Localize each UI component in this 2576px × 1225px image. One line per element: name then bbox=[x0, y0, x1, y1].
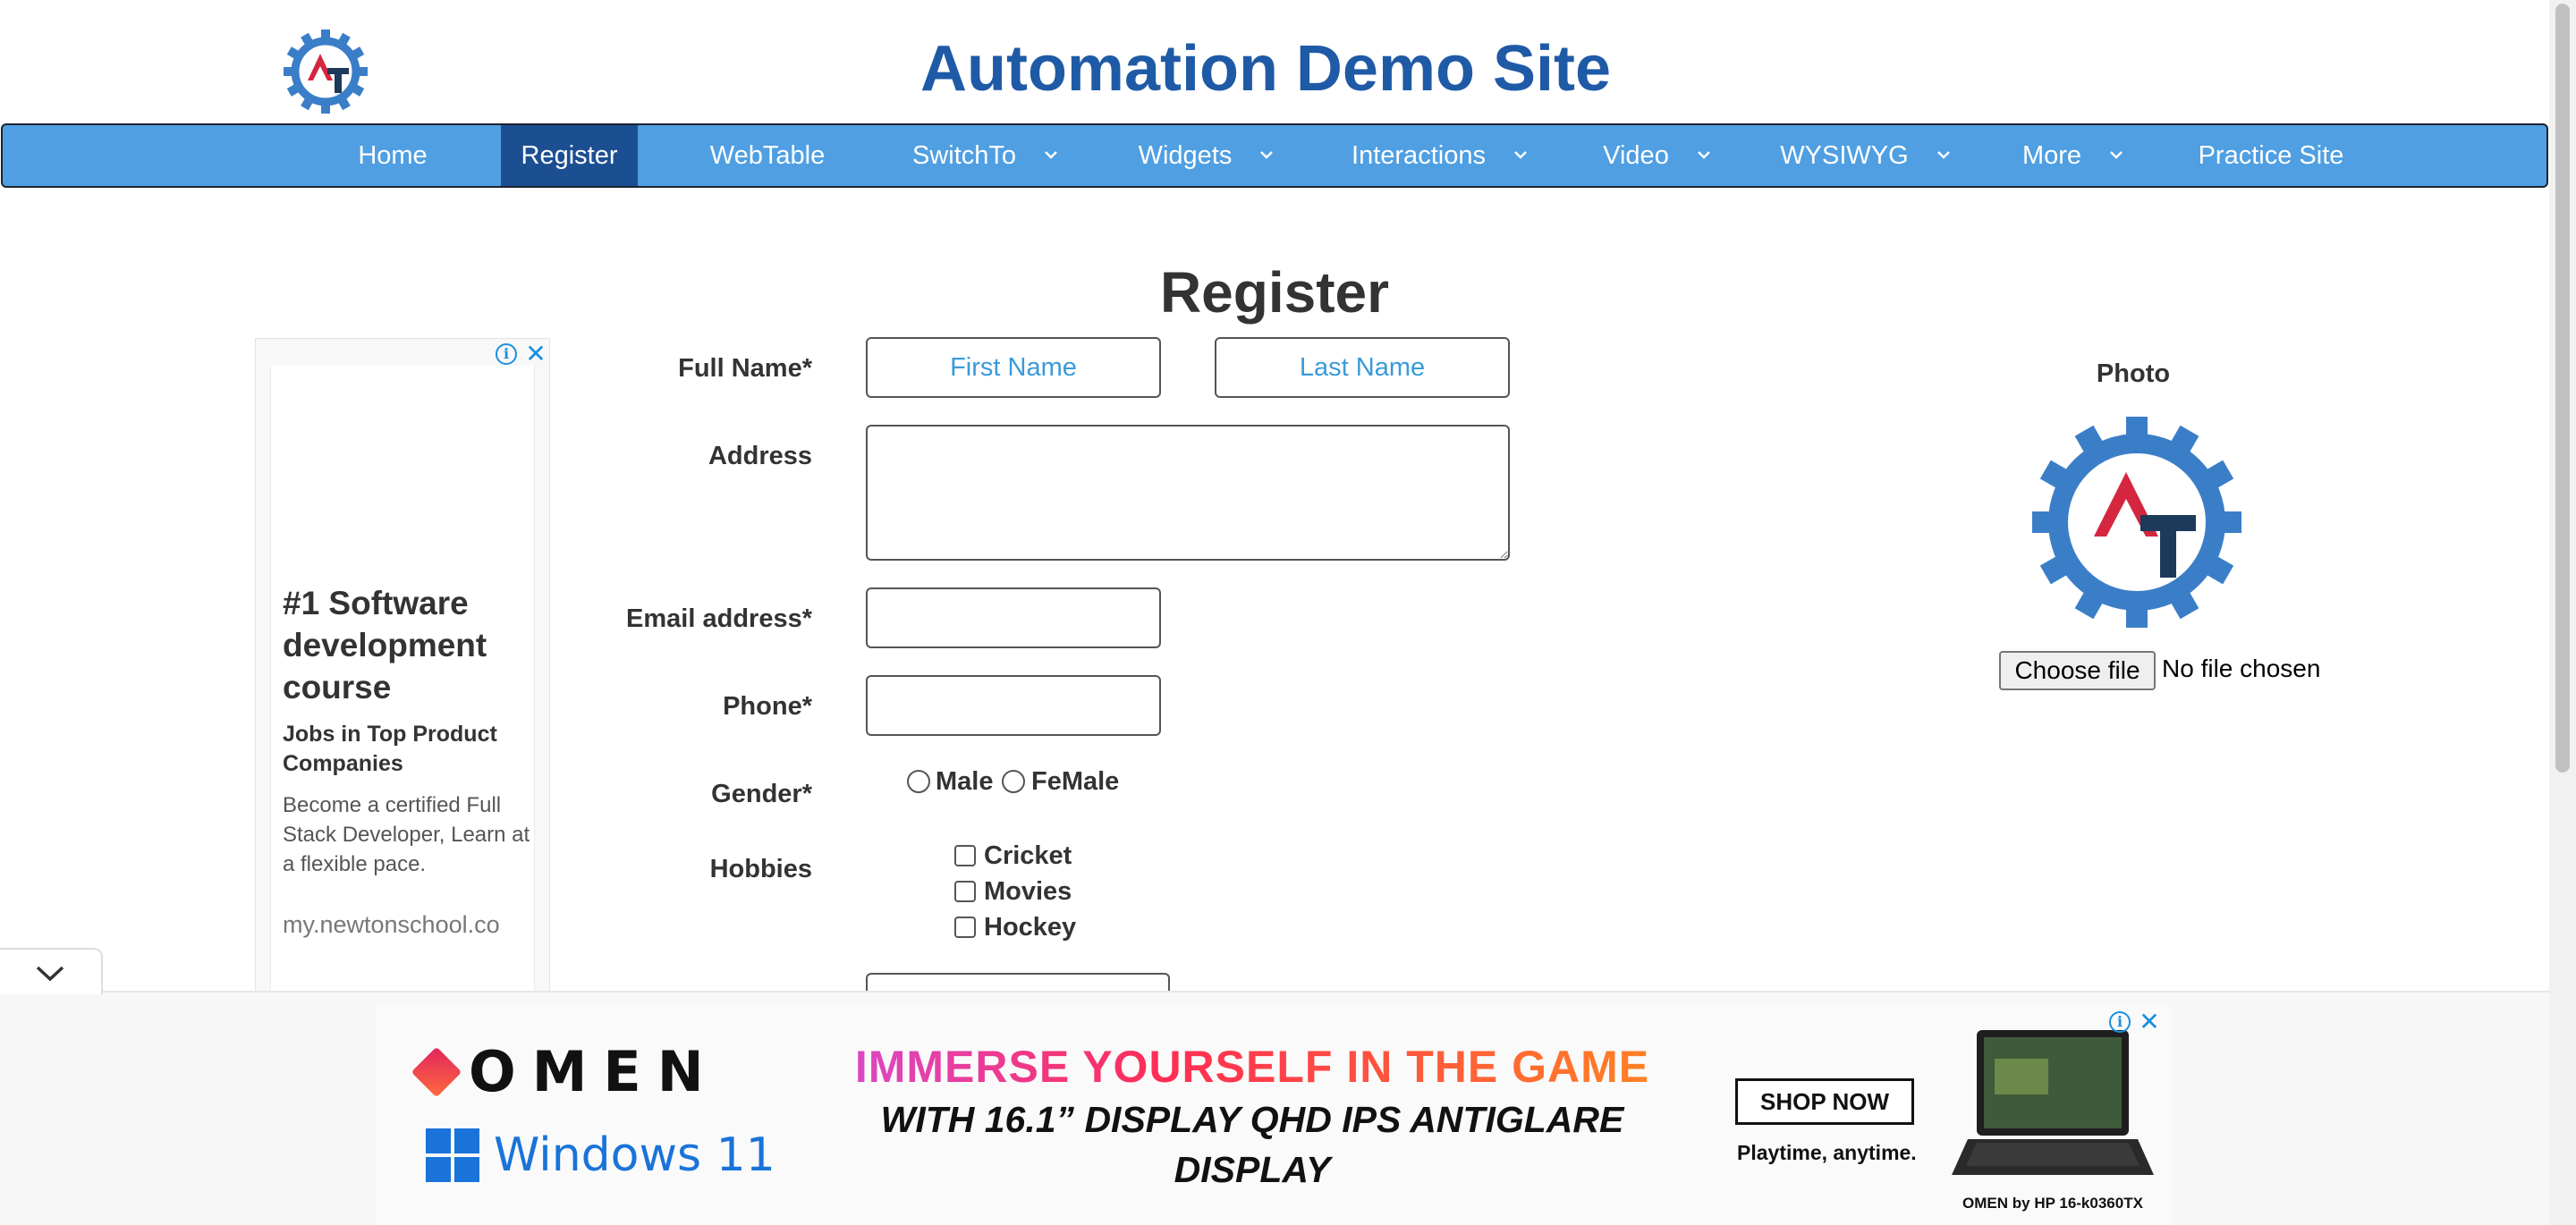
bottom-advertisement[interactable]: OMEN Windows 11 IMMERSE YOURSELF IN THE … bbox=[376, 1005, 2172, 1225]
hobby-cricket-checkbox[interactable] bbox=[954, 845, 976, 866]
nav-webtable-label: WebTable bbox=[709, 141, 826, 170]
hobby-movies-label[interactable]: Movies bbox=[984, 877, 1072, 907]
nav-video[interactable]: Video bbox=[1591, 125, 1725, 186]
file-status-text: No file chosen bbox=[2162, 655, 2321, 682]
ad-body: Become a certified Full Stack Developer,… bbox=[283, 793, 530, 876]
nav-interactions-label: Interactions bbox=[1352, 141, 1486, 170]
site-logo[interactable] bbox=[281, 25, 370, 118]
close-icon[interactable]: ✕ bbox=[2138, 1010, 2161, 1035]
product-caption: OMEN by HP 16-k0360TX bbox=[1962, 1195, 2143, 1212]
nav-wysiwyg[interactable]: WYSIWYG bbox=[1777, 125, 1956, 186]
omen-diamond-icon bbox=[411, 1046, 462, 1097]
nav-practice-site-label: Practice Site bbox=[2198, 141, 2344, 170]
close-icon[interactable]: ✕ bbox=[524, 342, 547, 367]
full-name-label: Full Name* bbox=[678, 354, 812, 383]
hobby-hockey-checkbox[interactable] bbox=[954, 917, 976, 938]
chevron-down-icon bbox=[1694, 126, 1714, 159]
ad-controls: i ✕ bbox=[496, 341, 547, 368]
nav-video-label: Video bbox=[1603, 141, 1669, 170]
bottom-ad-controls: i ✕ bbox=[2109, 1010, 2161, 1035]
nav-more-label: More bbox=[2021, 141, 2082, 170]
hobby-cricket-label[interactable]: Cricket bbox=[984, 841, 1072, 871]
page-scrollbar[interactable] bbox=[2549, 0, 2576, 1225]
omen-logo: OMEN bbox=[411, 1039, 720, 1104]
gender-label: Gender* bbox=[711, 780, 812, 808]
chevron-down-icon bbox=[1511, 126, 1530, 159]
info-icon[interactable]: i bbox=[2109, 1011, 2131, 1033]
site-title: Automation Demo Site bbox=[919, 33, 1612, 105]
chevron-down-icon bbox=[1041, 126, 1061, 159]
email-label: Email address* bbox=[626, 604, 812, 633]
last-name-input[interactable] bbox=[1215, 337, 1510, 398]
windows-brand-text: Windows 11 bbox=[494, 1128, 775, 1182]
phone-label: Phone* bbox=[723, 692, 812, 721]
nav-widgets[interactable]: Widgets bbox=[1123, 125, 1292, 186]
ad-subheadline: Jobs in Top Product Companies bbox=[283, 722, 497, 776]
scrollbar-thumb[interactable] bbox=[2555, 4, 2570, 773]
nav-switchto[interactable]: SwitchTo bbox=[897, 125, 1076, 186]
chevron-down-icon bbox=[36, 966, 64, 982]
ad-slogan: IMMERSE YOURSELF IN THE GAME WITH 16.1” … bbox=[805, 1041, 1699, 1193]
nav-interactions[interactable]: Interactions bbox=[1337, 125, 1545, 186]
gender-male-label[interactable]: Male bbox=[936, 767, 993, 797]
nav-webtable[interactable]: WebTable bbox=[691, 125, 843, 186]
page: Automation Demo Site Home Register WebTa… bbox=[0, 0, 2576, 1225]
main-nav: Home Register WebTable SwitchTo Widgets … bbox=[1, 123, 2548, 188]
nav-wysiwyg-label: WYSIWYG bbox=[1780, 141, 1909, 170]
nav-home-label: Home bbox=[358, 141, 428, 170]
first-name-input[interactable] bbox=[866, 337, 1161, 398]
laptop-image bbox=[1952, 1030, 2154, 1175]
hobbies-label: Hobbies bbox=[709, 855, 812, 883]
photo-label: Photo bbox=[2096, 359, 2171, 388]
nav-more[interactable]: More bbox=[2012, 125, 2137, 186]
address-textarea[interactable] bbox=[866, 425, 1510, 561]
photo-preview-logo bbox=[2032, 417, 2241, 628]
hobby-hockey-label[interactable]: Hockey bbox=[984, 913, 1076, 942]
ad-slogan-line-3: DISPLAY bbox=[1174, 1149, 1331, 1190]
chevron-down-icon bbox=[1934, 126, 1953, 159]
ad-slogan-line-2: WITH 16.1” DISPLAY QHD IPS ANTIGLARE bbox=[880, 1099, 1624, 1140]
omen-brand-text: OMEN bbox=[469, 1039, 720, 1104]
phone-input[interactable] bbox=[866, 675, 1161, 736]
ad-slogan-line-1: IMMERSE YOURSELF IN THE GAME bbox=[805, 1041, 1699, 1093]
ad-tagline: Playtime, anytime. bbox=[1737, 1141, 1917, 1164]
nav-switchto-label: SwitchTo bbox=[911, 141, 1017, 170]
nav-practice-site[interactable]: Practice Site bbox=[2190, 125, 2351, 186]
nav-home[interactable]: Home bbox=[339, 125, 446, 186]
gender-female-label[interactable]: FeMale bbox=[1031, 767, 1119, 797]
collapse-ad-button[interactable] bbox=[0, 948, 103, 994]
info-icon[interactable]: i bbox=[496, 343, 517, 365]
shop-now-button[interactable]: SHOP NOW bbox=[1735, 1078, 1914, 1125]
chevron-down-icon bbox=[2106, 126, 2126, 159]
page-title: Register bbox=[1159, 260, 1390, 325]
windows-icon bbox=[426, 1128, 479, 1182]
nav-register[interactable]: Register bbox=[501, 125, 638, 186]
chevron-down-icon bbox=[1257, 126, 1276, 159]
address-label: Address bbox=[708, 442, 812, 470]
nav-widgets-label: Widgets bbox=[1138, 141, 1233, 170]
ad-headline[interactable]: #1 Software development course bbox=[283, 582, 533, 708]
gender-male-radio[interactable] bbox=[907, 770, 930, 793]
windows-logo: Windows 11 bbox=[426, 1128, 775, 1182]
ad-url[interactable]: my.newtonschool.co bbox=[283, 911, 500, 939]
choose-file-button[interactable]: Choose file bbox=[1999, 651, 2156, 690]
gender-female-radio[interactable] bbox=[1002, 770, 1025, 793]
email-input[interactable] bbox=[866, 587, 1161, 648]
hobby-movies-checkbox[interactable] bbox=[954, 881, 976, 902]
nav-register-label: Register bbox=[521, 141, 618, 170]
